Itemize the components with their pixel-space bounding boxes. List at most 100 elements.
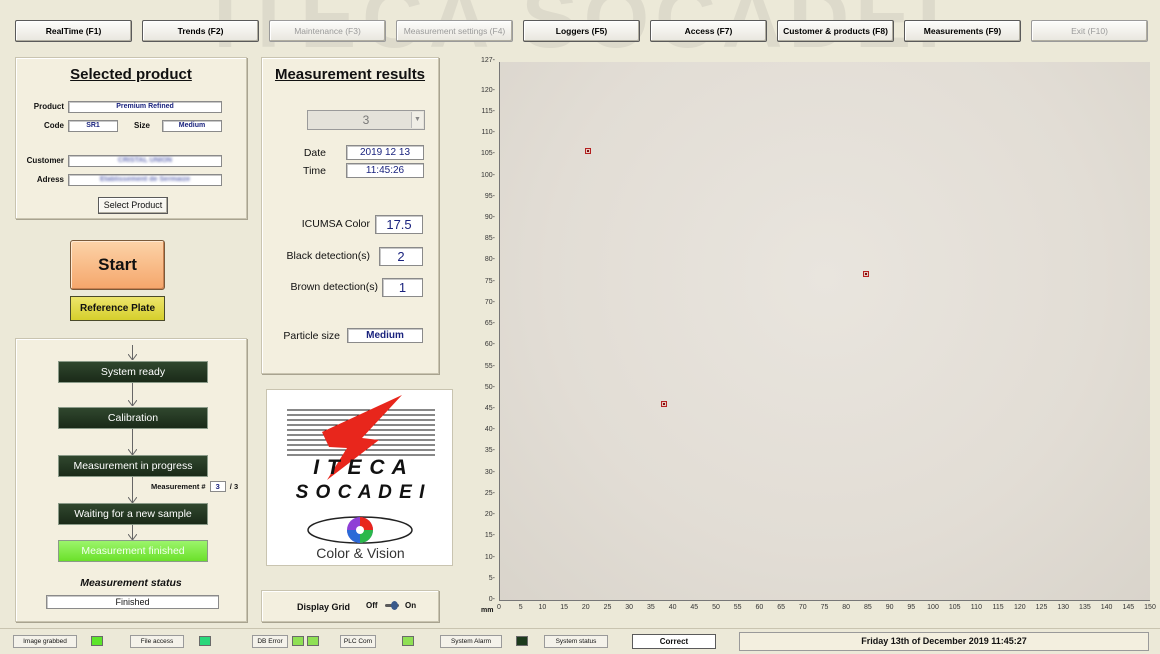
x-tick-label: 105	[948, 604, 961, 611]
step-waiting-new-sample: Waiting for a new sample	[58, 503, 208, 525]
step-measurement-finished: Measurement finished	[58, 540, 208, 562]
access-button[interactable]: Access (F7)	[650, 20, 767, 42]
icumsa-value: 17.5	[375, 215, 423, 234]
date-label: Date	[303, 147, 326, 159]
address-label: Adress	[36, 175, 64, 184]
plc-com-label: PLC Com	[340, 635, 376, 648]
x-tick-label: 55	[733, 604, 742, 611]
code-field: SR1	[68, 120, 118, 132]
display-grid-label: Display Grid	[297, 602, 351, 612]
y-tick-label: 30-	[484, 468, 495, 476]
measurement-select[interactable]: 3 ▼	[307, 110, 425, 130]
axis-unit-label: mm	[481, 607, 494, 614]
y-tick-label: 115-	[481, 107, 496, 115]
x-tick-label: 150	[1144, 604, 1156, 611]
loggers-button[interactable]: Loggers (F5)	[523, 20, 640, 42]
trends-button[interactable]: Trends (F2)	[142, 20, 259, 42]
y-tick-label: 15-	[484, 532, 495, 540]
exit-button[interactable]: Exit (F10)	[1031, 20, 1148, 42]
y-tick-label: 0-	[488, 596, 495, 603]
iteca-logo: I T E C A S O C A D E I Color & Vision	[266, 389, 453, 566]
customer-products-button[interactable]: Customer & products (F8)	[777, 20, 894, 42]
db-error-led	[307, 636, 319, 646]
y-tick-label: 70-	[484, 298, 495, 306]
address-field: Etablissement de Sermaize	[68, 174, 222, 186]
x-tick-label: 125	[1035, 604, 1048, 611]
detection-marker	[660, 400, 667, 407]
y-tick-label: 80-	[484, 256, 495, 264]
y-tick-label: 85-	[484, 235, 495, 243]
y-tick-label: 35-	[484, 447, 495, 455]
system-alarm-led	[516, 636, 528, 646]
x-tick-label: 65	[777, 604, 785, 611]
top-toolbar: ITECA SOCADEI RealTime (F1) Trends (F2) …	[0, 0, 1160, 65]
step-calibration: Calibration	[58, 407, 208, 429]
detection-marker	[862, 271, 869, 278]
y-tick-label: 20-	[484, 511, 495, 519]
black-detection-value: 2	[379, 247, 423, 266]
address-value: Etablissement de Sermaize	[99, 176, 191, 183]
size-field: Medium	[162, 120, 222, 132]
time-label: Time	[303, 165, 326, 177]
system-alarm-label: System Alarm	[440, 635, 502, 648]
select-product-button[interactable]: Select Product	[98, 197, 168, 214]
logo-line-socadei: S O C A D E I	[295, 482, 426, 503]
measurement-counter-total: / 3	[229, 482, 239, 491]
reference-plate-button[interactable]: Reference Plate	[70, 296, 165, 321]
customer-label: Customer	[26, 156, 64, 165]
x-tick-label: 100	[927, 604, 939, 611]
x-tick-label: 135	[1079, 604, 1091, 611]
y-tick-label: 127-	[480, 57, 495, 64]
realtime-button[interactable]: RealTime (F1)	[15, 20, 132, 42]
y-tick-label: 95-	[484, 192, 495, 200]
arrow-down-icon	[128, 354, 137, 360]
plc-com-led	[402, 636, 414, 646]
step-system-ready: System ready	[58, 361, 208, 383]
image-grabbed-label: Image grabbed	[13, 635, 77, 648]
maintenance-button[interactable]: Maintenance (F3)	[269, 20, 386, 42]
db-error-label: DB Error	[252, 635, 288, 648]
measurement-counter-label: Measurement #	[151, 482, 206, 491]
product-field: Premium Refined	[68, 101, 222, 113]
detection-marker	[584, 148, 591, 155]
grid-toggle-switch[interactable]	[385, 601, 399, 610]
selected-product-title: Selected product	[70, 66, 192, 83]
brown-detection-value: 1	[382, 278, 423, 297]
image-grabbed-led	[91, 636, 103, 646]
logo-tagline: Color & Vision	[316, 545, 405, 561]
grid-on-label: On	[405, 601, 417, 610]
x-tick-label: 50	[712, 604, 720, 611]
y-tick-label: 60-	[484, 341, 495, 349]
measurement-settings-button[interactable]: Measurement settings (F4)	[396, 20, 513, 42]
x-tick-label: 10	[538, 604, 547, 611]
y-tick-label: 90-	[484, 214, 495, 222]
x-tick-label: 80	[842, 604, 851, 611]
x-tick-label: 25	[603, 604, 612, 611]
selected-product-panel: Selected product Product Premium Refined…	[15, 57, 247, 219]
sample-image-plot	[499, 62, 1150, 601]
y-tick-label: 105-	[480, 150, 495, 158]
display-grid-panel: Display Grid Off On	[261, 590, 439, 622]
y-tick-label: 65-	[484, 320, 495, 328]
size-label: Size	[133, 121, 150, 130]
measurement-status-field: Finished	[46, 595, 219, 609]
start-button[interactable]: Start	[70, 240, 165, 290]
measurements-button[interactable]: Measurements (F9)	[904, 20, 1021, 42]
x-tick-label: 85	[863, 604, 872, 611]
x-tick-label: 5	[518, 604, 523, 611]
icumsa-label: ICUMSA Color	[301, 218, 370, 230]
step-measurement-in-progress: Measurement in progress	[58, 455, 208, 477]
particle-size-label: Particle size	[283, 330, 340, 342]
datetime-display: Friday 13th of December 2019 11:45:27	[739, 632, 1149, 651]
x-tick-label: 30	[625, 604, 634, 611]
y-tick-label: 5-	[488, 574, 495, 582]
y-tick-label: 75-	[484, 277, 495, 285]
x-tick-label: 15	[560, 604, 568, 611]
measurement-results-panel: Measurement results 3 ▼ Date 2019 12 13 …	[261, 57, 439, 374]
x-tick-label: 40	[668, 604, 677, 611]
file-access-label: File access	[130, 635, 184, 648]
grid-off-label: Off	[366, 601, 378, 610]
measurement-counter-value: 3	[209, 481, 226, 492]
chevron-down-icon[interactable]: ▼	[411, 112, 423, 128]
date-field: 2019 12 13	[346, 145, 424, 160]
